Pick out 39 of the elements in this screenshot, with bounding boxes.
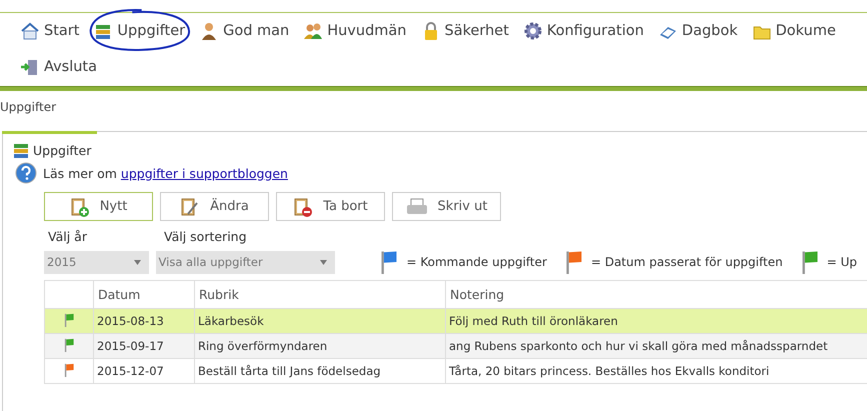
toolbar-button[interactable]: Nytt (44, 192, 153, 221)
nav-link[interactable]: Start (20, 19, 80, 43)
legend-text: = Kommande uppgifter (406, 255, 547, 269)
field-label: Välj år (48, 229, 88, 244)
column-header: Rubrik (194, 280, 446, 308)
clipboard-pencil-icon (180, 196, 200, 218)
help-icon (15, 162, 37, 184)
legend-text: = Up (826, 255, 857, 269)
nav-link[interactable]: Dokume (752, 19, 836, 43)
toolbar-button[interactable]: Ta bort (276, 192, 385, 221)
toolbar-button[interactable]: Ändra (160, 192, 269, 221)
nav-link[interactable]: Avsluta (20, 54, 97, 78)
gear-icon (522, 21, 543, 41)
nav-link[interactable]: Huvudmän (303, 19, 406, 43)
clipboard-icon (293, 196, 314, 218)
nav-link[interactable]: Dagbok (658, 19, 738, 43)
dropdown-arrow-icon (320, 260, 328, 264)
breadcrumb: Uppgifter (0, 99, 58, 116)
house-icon (20, 21, 40, 41)
dropdown-arrow-icon (134, 260, 141, 264)
printer-icon (406, 198, 428, 216)
legend-text: = Datum passerat för uppgiften (590, 255, 783, 269)
info-text: Läs mer om uppgifter i supportbloggen (43, 166, 288, 180)
nav-link[interactable]: Säkerhet (420, 19, 509, 43)
support-link[interactable]: uppgifter i supportbloggen (120, 166, 288, 180)
nav-link[interactable]: Konfiguration (522, 19, 644, 43)
panel-title: Uppgifter (33, 142, 92, 158)
clipboard-icon (70, 196, 90, 218)
toolbar-button[interactable]: Skriv ut (392, 192, 501, 221)
table-row[interactable]: 2015-12-07 Beställ tårta till Jans födelsedag Tårta, 20 bitars princess. Beställes hos Ekvalls konditori (44, 358, 867, 384)
people-icon (303, 21, 324, 41)
nav-link[interactable]: God man (199, 19, 290, 43)
column-header: Notering (446, 280, 867, 308)
nav-link[interactable]: Uppgifter (93, 19, 186, 43)
table-row[interactable]: 2015-09-17 Ring överförmyndaren ang Rubens sparkonto och hur vi skall göra med månadssparndet (44, 334, 867, 358)
field-label: Välj sortering (164, 229, 248, 244)
table-cell: Beställ tårta till Jans födelsedag (194, 358, 446, 384)
table-row[interactable]: 2015-08-13 Läkarbesök Följ med Ruth till öronläkaren (44, 308, 867, 334)
table-cell: 2015-12-07 (94, 358, 194, 384)
